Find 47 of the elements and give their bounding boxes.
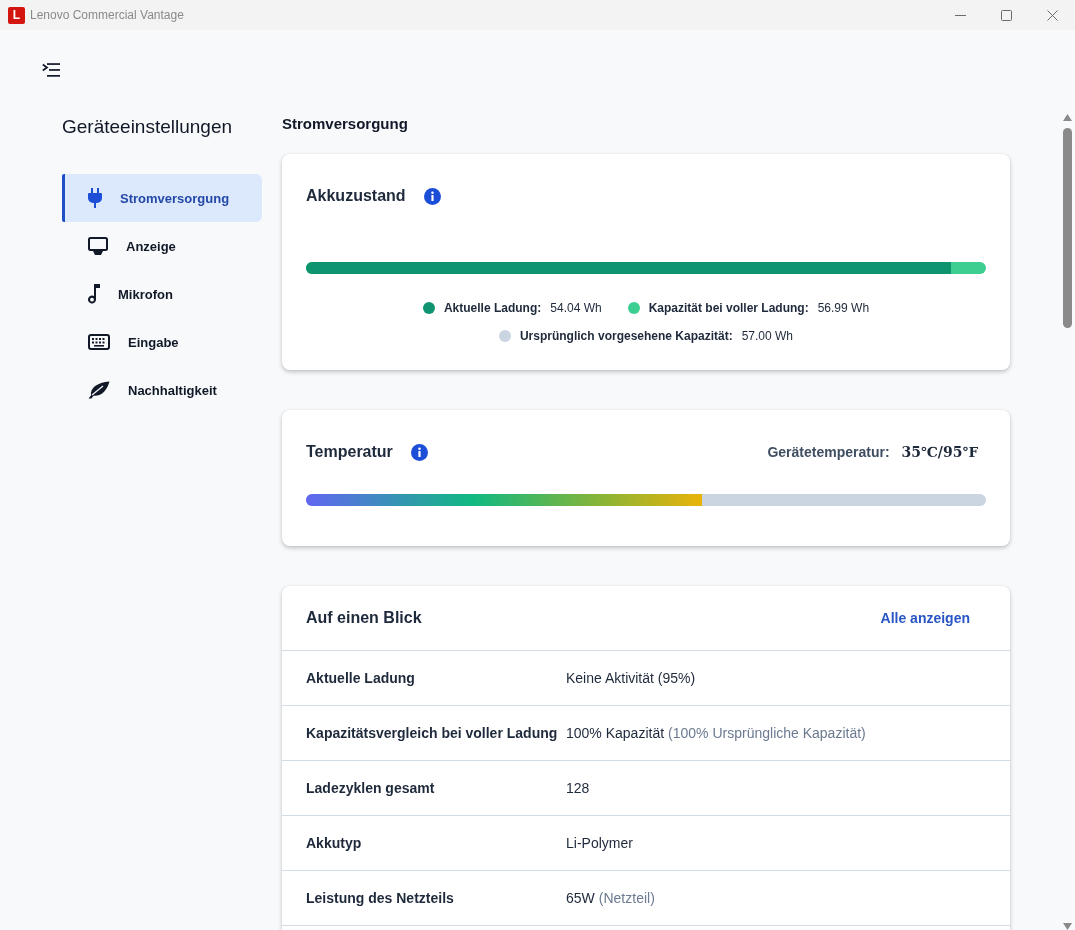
row-value: 65W [566,890,595,906]
row-label: Akkutyp [306,835,363,851]
legend-value: 54.04 Wh [550,301,602,315]
scroll-down-icon[interactable] [1063,923,1072,930]
nav-item[interactable]: Eingabe [62,318,262,366]
row-label: Ladezyklen gesamt [306,780,436,796]
legend-value: 57.00 Wh [741,329,794,343]
nav-item[interactable]: Stromversorgung [62,174,262,222]
temperature-label: Gerätetemperatur: [767,444,890,460]
scrollbar-thumb[interactable] [1063,128,1072,328]
temperature-value: 35℃/95℉ [901,444,978,460]
maximize-icon [1000,9,1012,21]
info-icon[interactable] [410,443,428,461]
card-title: Temperatur [306,443,393,461]
value-note: (100% Ursprüngliche Kapazität) [668,725,866,741]
minimize-icon [954,14,966,16]
row-value: 128 [566,780,590,796]
value-note: (Netzteil) [598,890,655,906]
legend-value: 56.99 Wh [817,301,870,315]
info-icon[interactable] [423,187,441,205]
keyboard-icon [88,334,110,350]
row-label: Leistung des Netzteils [306,890,455,906]
view-all-link[interactable]: Alle anzeigen [880,610,970,626]
row-value: Keine Aktivität (95%) [566,670,696,686]
scroll-up-icon[interactable] [1063,114,1072,121]
nav-item[interactable]: Mikrofon [62,270,262,318]
window-title: Lenovo Commercial Vantage [30,8,184,22]
row-label: Aktuelle Ladung [306,670,416,686]
row-value: Li-Polymer [566,835,633,851]
close-icon [1046,9,1058,21]
nav-item[interactable]: Nachhaltigkeit [62,366,262,414]
legend-label: Aktuelle Ladung: [443,301,542,315]
menu-icon [42,63,60,77]
leaf-icon [88,381,110,399]
sidebar-title: Geräteeinstellungen [62,115,234,139]
row-value: 100% Kapazität [566,725,665,741]
card-title: Akkuzustand [306,187,406,205]
monitor-icon [88,237,108,255]
plug-icon [88,188,102,208]
card-title: Auf einen Blick [306,609,422,627]
music-note-icon [88,284,100,304]
row-label: Kapazitätsvergleich bei voller Ladung [306,725,559,741]
page-title: Stromversorgung [282,114,409,134]
legend-label: Kapazität bei voller Ladung: [648,301,809,315]
legend-label: Ursprünglich vorgesehene Kapazität: [519,329,733,343]
app-logo: L [8,6,25,24]
nav-item[interactable]: Anzeige [62,222,262,270]
